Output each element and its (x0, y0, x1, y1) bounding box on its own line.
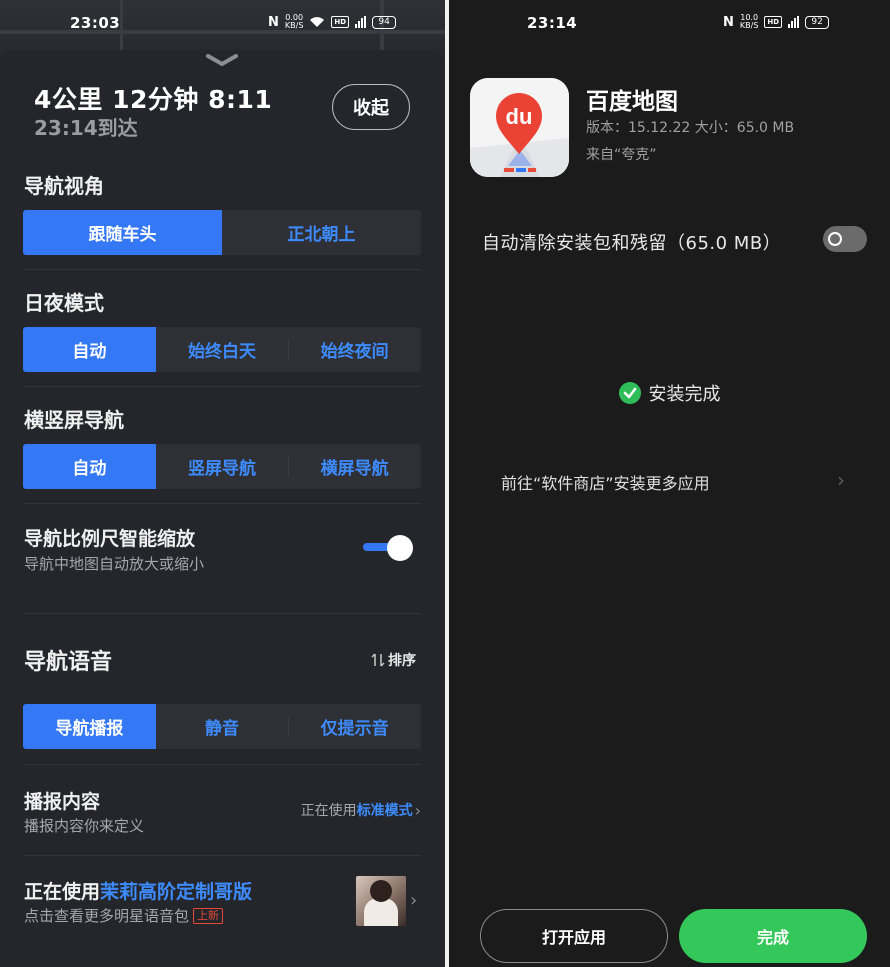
app-name: 百度地图 (586, 89, 678, 115)
auto-clean-label: 自动清除安装包和残留（65.0 MB） (482, 233, 782, 254)
option-portrait[interactable]: 竖屏导航 (156, 444, 289, 489)
divider (24, 855, 421, 856)
chevron-right-icon[interactable]: › (410, 890, 417, 911)
option-voice-broadcast[interactable]: 导航播报 (23, 704, 156, 749)
option-auto-orientation[interactable]: 自动 (23, 444, 156, 489)
navigation-settings-panel: 23:03 N 0.00 KB/S HD 94 4公里 12分钟 8:11 23… (0, 0, 445, 967)
option-follow-heading[interactable]: 跟随车头 (23, 210, 222, 255)
status-time: 23:14 (527, 14, 578, 32)
signal-icon (788, 16, 800, 28)
arrival-time: 23:14到达 (34, 116, 138, 140)
svg-text:du: du (506, 104, 533, 129)
nfc-icon: N (723, 14, 734, 30)
hd-icon: HD (764, 16, 783, 28)
hd-icon: HD (331, 16, 350, 28)
open-app-button[interactable]: 打开应用 (480, 909, 668, 963)
check-circle-icon (618, 382, 641, 404)
collapse-button[interactable]: 收起 (332, 84, 410, 130)
option-always-day[interactable]: 始终白天 (156, 327, 289, 372)
install-complete-panel: 23:14 N 10.0 KB/S HD 92 du 百度地图 版本：15.12… (449, 0, 890, 967)
option-auto[interactable]: 自动 (23, 327, 156, 372)
chevron-down-icon[interactable] (206, 54, 238, 66)
day-night-selector: 自动 始终白天 始终夜间 (23, 327, 421, 372)
app-source: 来自“夸克” (586, 147, 657, 163)
option-landscape[interactable]: 横屏导航 (288, 444, 421, 489)
settings-sheet: 4公里 12分钟 8:11 23:14到达 收起 导航视角 跟随车头 正北朝上 … (0, 50, 445, 967)
status-icons: N 10.0 KB/S HD 92 (723, 13, 830, 30)
voice-title: 导航语音 (24, 650, 113, 675)
map-pin-icon: du (470, 78, 569, 177)
divider (24, 503, 421, 504)
voice-pack-subtitle: 点击查看更多明星语音包 上新 (24, 905, 224, 926)
toggle-knob (828, 232, 842, 246)
broadcast-content-subtitle: 播报内容你来定义 (24, 817, 145, 835)
chevron-right-icon[interactable]: › (837, 468, 845, 492)
status-icons: N 0.00 KB/S HD 94 (268, 13, 397, 30)
status-bar: 23:03 N 0.00 KB/S HD 94 (0, 0, 445, 48)
app-version-size: 版本：15.12.22 大小：65.0 MB (586, 120, 795, 136)
broadcast-mode-value: 标准模式 (356, 803, 413, 819)
voice-selector: 导航播报 静音 仅提示音 (23, 704, 421, 749)
done-button[interactable]: 完成 (679, 909, 867, 963)
option-tone-only[interactable]: 仅提示音 (288, 704, 421, 749)
app-store-link[interactable]: 前往“软件商店”安装更多应用 (501, 470, 710, 494)
option-mute[interactable]: 静音 (156, 704, 289, 749)
status-bar: 23:14 N 10.0 KB/S HD 92 (449, 0, 890, 48)
day-night-title: 日夜模式 (24, 291, 104, 315)
orientation-title: 横竖屏导航 (24, 408, 124, 432)
option-always-night[interactable]: 始终夜间 (288, 327, 421, 372)
divider (24, 386, 421, 387)
toggle-knob (387, 535, 413, 561)
scale-zoom-toggle[interactable] (363, 533, 415, 563)
view-angle-title: 导航视角 (24, 174, 104, 198)
voice-pack-name: 茉莉高阶定制哥版 (100, 881, 253, 903)
status-time: 23:03 (70, 14, 121, 32)
option-north-up[interactable]: 正北朝上 (222, 210, 421, 255)
baidu-maps-app-icon: du (470, 78, 569, 177)
broadcast-content-title[interactable]: 播报内容 (24, 787, 100, 814)
new-badge: 上新 (193, 907, 224, 924)
route-summary: 4公里 12分钟 8:11 (34, 85, 273, 114)
sort-icon (371, 653, 385, 667)
network-speed: 10.0 KB/S (739, 13, 759, 30)
view-angle-selector: 跟随车头 正北朝上 (23, 210, 421, 255)
install-status: 安装完成 (449, 380, 890, 406)
divider (24, 613, 421, 614)
sort-button[interactable]: 排序 (371, 650, 416, 670)
battery-indicator: 94 (372, 15, 397, 29)
voice-pack-title[interactable]: 正在使用茉莉高阶定制哥版 (24, 877, 252, 904)
auto-clean-toggle[interactable] (823, 226, 867, 252)
scale-zoom-subtitle: 导航中地图自动放大或缩小 (24, 555, 205, 573)
nfc-icon: N (268, 14, 279, 30)
orientation-selector: 自动 竖屏导航 横屏导航 (23, 444, 421, 489)
signal-icon (355, 16, 367, 28)
chevron-right-icon: › (414, 800, 421, 820)
battery-indicator: 92 (805, 15, 830, 29)
voice-pack-thumbnail[interactable] (356, 876, 406, 926)
divider (24, 764, 421, 765)
broadcast-mode-link[interactable]: 正在使用 标准模式 › (301, 800, 421, 820)
wifi-icon (310, 17, 325, 27)
network-speed: 0.00 KB/S (284, 13, 304, 30)
divider (24, 269, 421, 270)
scale-zoom-title: 导航比例尺智能缩放 (24, 528, 196, 550)
